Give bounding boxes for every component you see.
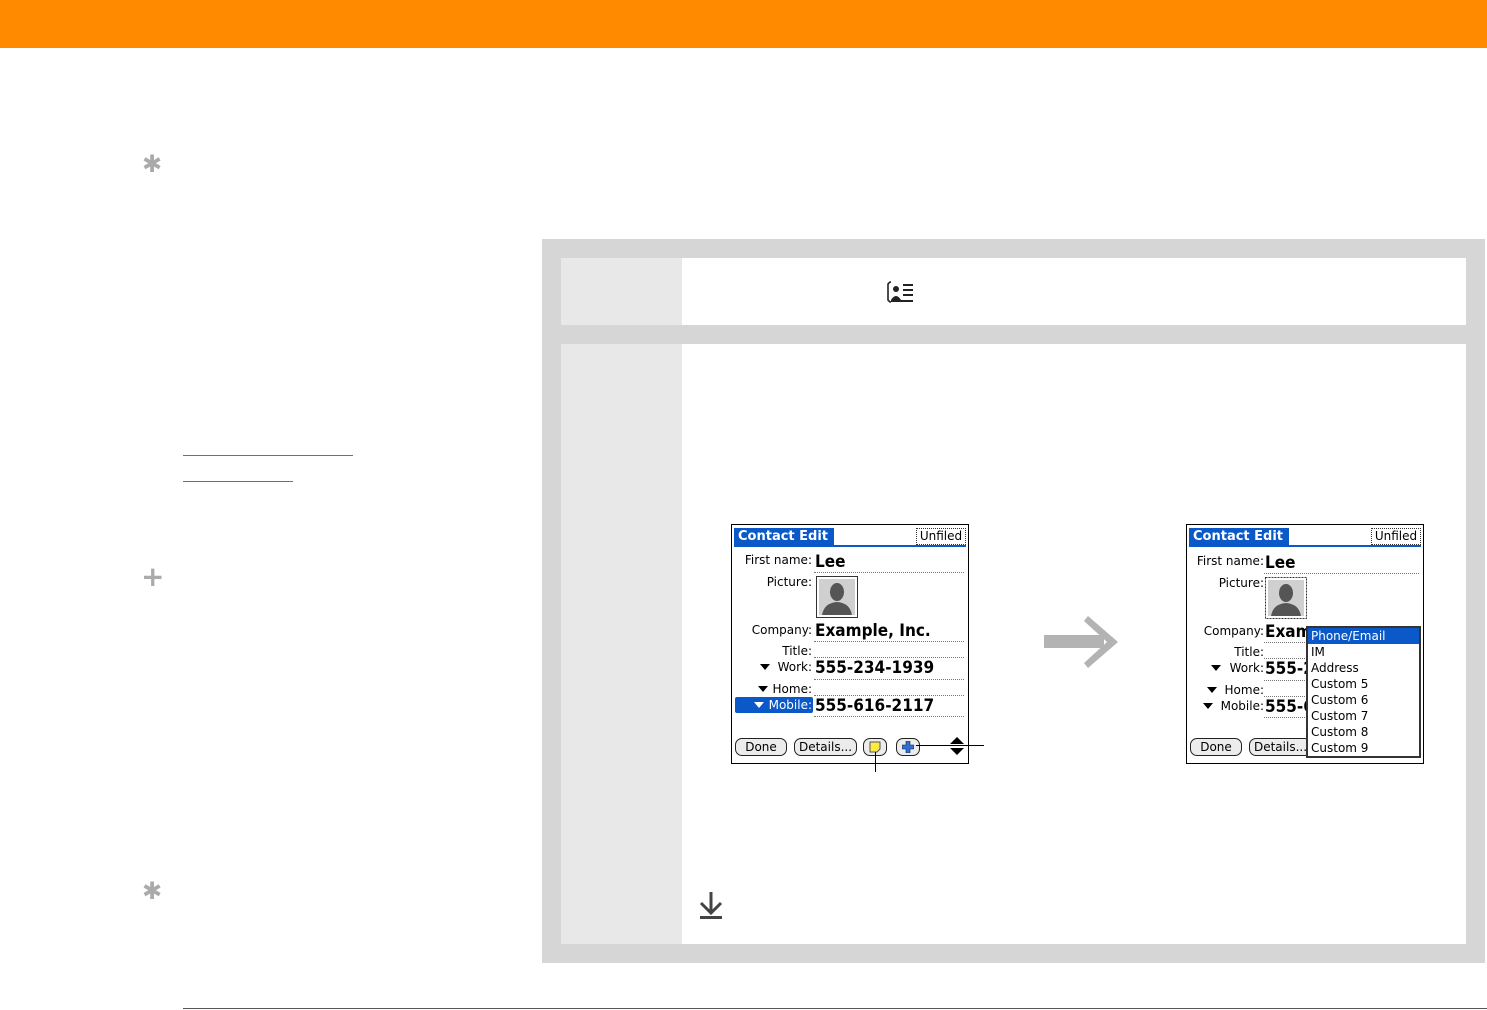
contact-edit-screen-before: Contact Edit Unfiled First name: Lee Pic… [731, 524, 969, 764]
screen-title: Contact Edit [1189, 528, 1289, 546]
mobile-line [1264, 717, 1309, 718]
step-1-body [682, 258, 1466, 325]
mobile-phone-field[interactable]: 555-616-2117 [815, 696, 934, 716]
company-label: Company: [751, 623, 812, 637]
sidebar-link[interactable] [183, 455, 353, 456]
menu-item-custom-5[interactable]: Custom 5 [1308, 676, 1419, 692]
new-blank-field-button[interactable] [896, 738, 920, 756]
footer-rule [183, 1008, 1487, 1009]
scroll-arrows-icon[interactable] [949, 736, 965, 756]
menu-item-custom-7[interactable]: Custom 7 [1308, 708, 1419, 724]
title-underline [1189, 545, 1421, 547]
plus-icon: + [141, 560, 165, 593]
menu-item-custom-8[interactable]: Custom 8 [1308, 724, 1419, 740]
company-line [1264, 642, 1309, 643]
menu-item-phone-email[interactable]: Phone/Email [1308, 628, 1419, 644]
contact-photo-placeholder-icon[interactable] [816, 576, 858, 618]
plus-icon [901, 740, 915, 754]
menu-item-custom-6[interactable]: Custom 6 [1308, 692, 1419, 708]
sidebar-link[interactable] [183, 481, 293, 482]
menu-item-custom-9[interactable]: Custom 9 [1308, 740, 1419, 756]
first-name-field[interactable]: Lee [1265, 553, 1296, 573]
first-name-line [1264, 573, 1419, 574]
mobile-label[interactable]: Mobile: [1189, 699, 1264, 713]
first-name-label: First name: [1196, 554, 1264, 568]
done-button[interactable]: Done [735, 738, 787, 756]
mobile-label[interactable]: Mobile: [734, 698, 812, 712]
category-picker[interactable]: Unfiled [1371, 528, 1421, 545]
work-label[interactable]: Work: [734, 660, 812, 674]
details-button[interactable]: Details... [794, 738, 857, 756]
home-label[interactable]: Home: [734, 682, 812, 696]
header-bar [0, 0, 1487, 48]
contact-photo-placeholder-icon[interactable] [1265, 577, 1307, 619]
tip-icon: ✱ [142, 877, 163, 905]
category-picker[interactable]: Unfiled [916, 528, 966, 545]
contacts-icon [887, 281, 913, 303]
screen-title: Contact Edit [734, 528, 834, 546]
done-button[interactable]: Done [1190, 738, 1242, 756]
field-type-menu[interactable]: Phone/Email IM Address Custom 5 Custom 6… [1306, 626, 1421, 758]
first-name-field[interactable]: Lee [815, 552, 846, 572]
right-arrow-icon [1044, 616, 1118, 668]
callout-line-new-field [916, 745, 984, 746]
step-1-number-cell [561, 258, 682, 325]
title-underline [734, 545, 966, 547]
title-label: Title: [782, 644, 812, 658]
continue-down-icon [699, 892, 723, 919]
picture-label: Picture: [1218, 576, 1264, 590]
menu-item-address[interactable]: Address [1308, 660, 1419, 676]
callout-line-note [875, 752, 876, 772]
menu-item-im[interactable]: IM [1308, 644, 1419, 660]
picture-label: Picture: [766, 575, 812, 589]
mobile-line [814, 716, 964, 717]
first-name-line [814, 572, 964, 573]
first-name-label: First name: [744, 553, 812, 567]
home-label[interactable]: Home: [1189, 683, 1264, 697]
work-line [1264, 680, 1309, 681]
details-button[interactable]: Details... [1249, 738, 1312, 756]
tip-icon: ✱ [142, 150, 163, 178]
title-label: Title: [1234, 645, 1264, 659]
company-label: Company: [1203, 624, 1264, 638]
work-label[interactable]: Work: [1189, 661, 1264, 675]
company-line [814, 641, 964, 642]
work-phone-field[interactable]: 555-234-1939 [815, 658, 934, 678]
company-field[interactable]: Example, Inc. [815, 621, 931, 641]
contact-edit-screen-after: Contact Edit Unfiled First name: Lee Pic… [1186, 524, 1424, 764]
work-line [814, 679, 964, 680]
step-2-number-cell [561, 344, 682, 944]
company-field[interactable]: Exam [1265, 622, 1312, 642]
